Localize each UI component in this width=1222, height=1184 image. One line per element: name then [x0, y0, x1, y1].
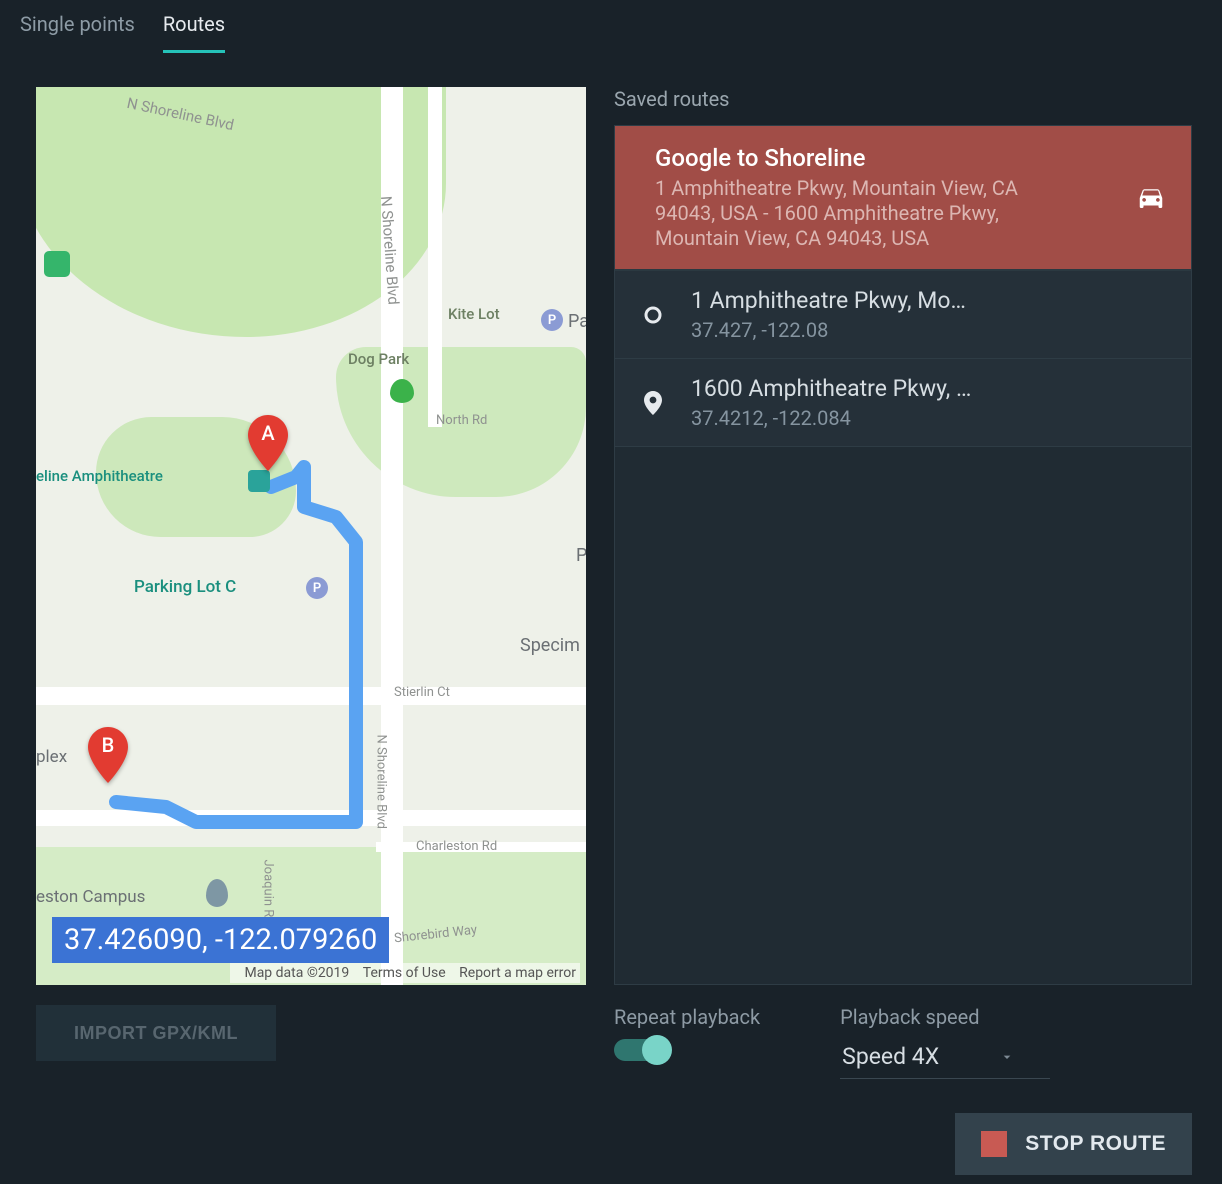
map-road-label: Stierlin Ct [394, 685, 450, 700]
route-list: Google to Shoreline 1 Amphitheatre Pkwy,… [614, 125, 1192, 985]
map-road-label: North Rd [436, 413, 487, 428]
map-road-label: Joaquin R [261, 860, 276, 918]
repeat-playback-toggle[interactable] [614, 1039, 668, 1061]
poi-icon [44, 251, 70, 277]
playback-speed-select[interactable]: Speed 4X [840, 1039, 1050, 1079]
poi-icon [206, 879, 228, 907]
map-decoration [36, 687, 586, 705]
poi-icon [248, 470, 270, 492]
tab-routes[interactable]: Routes [163, 12, 225, 53]
parking-icon: P [541, 309, 563, 331]
map-report-link[interactable]: Report a map error [459, 965, 576, 981]
map-poi-label: eline Amphitheatre [36, 467, 163, 485]
waypoint-address: 1600 Amphitheatre Pkwy, … [691, 375, 971, 402]
origin-icon [641, 306, 665, 324]
map-road-label: Charleston Rd [416, 839, 497, 854]
waypoint-address: 1 Amphitheatre Pkwy, Mo… [691, 287, 966, 314]
waypoint-coords: 37.4212, -122.084 [691, 406, 971, 430]
playback-speed-value: Speed 4X [842, 1043, 939, 1070]
map-decoration [36, 810, 586, 826]
map-attribution: Map data ©2019 Terms of Use Report a map… [230, 963, 580, 983]
map-poi-label: plex [36, 747, 67, 767]
list-spacer [615, 447, 1191, 984]
waypoint-item[interactable]: 1600 Amphitheatre Pkwy, … 37.4212, -122.… [615, 359, 1191, 447]
map-attr: Map data ©2019 [244, 965, 349, 981]
playback-speed-label: Playback speed [840, 1005, 1050, 1029]
map-road-label: N Shoreline Blvd [374, 735, 389, 829]
tabs: Single points Routes [0, 0, 1222, 53]
saved-routes-title: Saved routes [614, 87, 1192, 111]
repeat-playback-label: Repeat playback [614, 1005, 760, 1029]
map-poi-label: Kite Lot [448, 305, 500, 323]
map-pin-label: B [88, 733, 128, 757]
map-poi-label: P [576, 545, 586, 566]
map-decoration [428, 87, 442, 427]
map-terms-link[interactable]: Terms of Use [363, 965, 446, 981]
map-poi-label: Dog Park [348, 350, 409, 368]
route-name: Google to Shoreline [655, 144, 1115, 172]
stop-route-label: STOP ROUTE [1025, 1132, 1166, 1156]
map-poi-label: Parking Lot C [134, 577, 236, 597]
map-pin-b[interactable]: B [88, 727, 128, 783]
map-poi-label: Specim [520, 635, 580, 656]
route-description: 1 Amphitheatre Pkwy, Mountain View, CA 9… [655, 176, 1035, 251]
saved-route-item[interactable]: Google to Shoreline 1 Amphitheatre Pkwy,… [615, 126, 1191, 271]
tab-single-points[interactable]: Single points [20, 12, 135, 53]
chevron-down-icon [999, 1049, 1015, 1065]
parking-icon: P [306, 577, 328, 599]
map-poi-label: Pa [568, 311, 586, 332]
tree-icon [390, 379, 414, 403]
waypoint-coords: 37.427, -122.08 [691, 318, 966, 342]
destination-icon [641, 391, 665, 415]
stop-route-button[interactable]: STOP ROUTE [955, 1113, 1192, 1175]
stop-icon [981, 1131, 1007, 1157]
map-canvas[interactable]: N Shoreline Blvd N Shoreline Blvd Kite L… [36, 87, 586, 985]
import-gpx-button[interactable]: IMPORT GPX/KML [36, 1005, 276, 1061]
map-pin-label: A [248, 421, 288, 445]
map-pin-a[interactable]: A [248, 415, 288, 471]
map-poi-label: eston Campus [36, 887, 145, 907]
toggle-knob [642, 1035, 672, 1065]
waypoint-item[interactable]: 1 Amphitheatre Pkwy, Mo… 37.427, -122.08 [615, 271, 1191, 359]
car-icon [1133, 183, 1169, 213]
coordinate-badge: 37.426090, -122.079260 [52, 917, 389, 963]
